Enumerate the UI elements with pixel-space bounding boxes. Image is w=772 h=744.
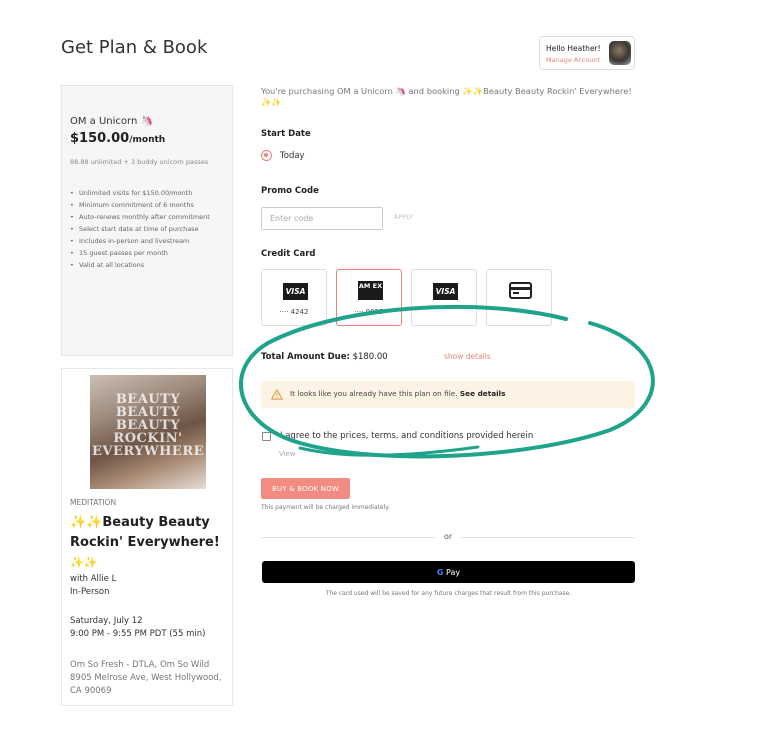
amex-logo: AM EX xyxy=(358,281,383,300)
gpay-note: The card used will be saved for any futu… xyxy=(325,590,572,597)
account-greeting: Hello Heather! xyxy=(546,44,601,53)
new-card-tile[interactable] xyxy=(486,269,552,326)
terms-checkbox[interactable] xyxy=(262,432,271,441)
google-pay-label: Pay xyxy=(443,567,461,577)
view-terms-link[interactable]: View xyxy=(279,450,296,458)
total-amount-due: Total Amount Due: $180.00 xyxy=(261,352,388,362)
divider-right xyxy=(460,537,635,538)
show-details-link[interactable]: show details xyxy=(444,352,491,361)
start-date-label: Start Date xyxy=(261,129,311,139)
manage-account-link[interactable]: Manage Account xyxy=(546,56,600,64)
class-image: BEAUTY BEAUTY BEAUTY ROCKIN' EVERYWHERE xyxy=(90,375,206,489)
start-date-today-label[interactable]: Today xyxy=(280,151,305,161)
purchase-class-name: Beauty Beauty Rockin' Everywhere! xyxy=(483,86,632,96)
plan-price-period: /month xyxy=(129,135,166,145)
total-amount: $180.00 xyxy=(352,352,388,362)
sparkle-emoji: ✨✨. xyxy=(261,97,285,107)
warning-text: It looks like you already have this plan… xyxy=(290,389,506,398)
class-details-card: BEAUTY BEAUTY BEAUTY ROCKIN' EVERYWHERE … xyxy=(61,368,233,706)
sparkle-emoji: ✨✨ xyxy=(70,515,103,530)
class-location: Om So Fresh - DTLA, Om So Wild xyxy=(70,660,210,670)
or-divider-text: or xyxy=(444,532,453,541)
buy-and-book-button[interactable]: BUY & BOOK NOW xyxy=(261,478,350,499)
plan-feature: Unlimited visits for $150.00/month xyxy=(70,187,230,199)
plan-feature: Includes in-person and livestream xyxy=(70,235,230,247)
credit-card-label: Credit Card xyxy=(261,249,316,259)
plan-summary-card: OM a Unicorn 🦄 $150.00/month 88.88 unlim… xyxy=(61,85,233,356)
start-date-today-radio[interactable] xyxy=(261,150,272,161)
card-last-digits: ···· 0005 xyxy=(354,308,384,316)
plan-price: $150.00/month xyxy=(70,131,165,146)
plan-feature: Auto-renews monthly after commitment xyxy=(70,211,230,223)
warning-icon xyxy=(271,389,283,400)
warning-message: It looks like you already have this plan… xyxy=(290,389,458,398)
sparkle-emoji: ✨✨ xyxy=(462,86,484,96)
divider-left xyxy=(261,537,436,538)
avatar[interactable] xyxy=(609,41,631,65)
purchase-summary: You're purchasing OM a Unicorn 🦄 and boo… xyxy=(261,86,636,108)
terms-label[interactable]: I agree to the prices, terms, and condit… xyxy=(280,431,533,441)
sparkle-emoji: ✨✨ xyxy=(70,556,98,569)
plan-feature: Minimum commitment of 6 months xyxy=(70,199,230,211)
class-date: Saturday, July 12 xyxy=(70,616,143,626)
plan-price-amount: $150.00 xyxy=(70,131,130,146)
credit-card-icon xyxy=(509,282,532,299)
card-last-digits: ···· 4242 xyxy=(279,308,309,316)
google-pay-button[interactable]: G Pay xyxy=(262,561,635,583)
class-category: MEDITATION xyxy=(70,498,117,507)
class-address-city: CA 90069 xyxy=(70,686,112,696)
saved-card-visa-4242[interactable]: VISA ···· 4242 xyxy=(261,269,327,326)
plan-description: 88.88 unlimited + 3 buddy unicorn passes xyxy=(70,158,209,166)
class-address: 8905 Melrose Ave, West Hollywood, xyxy=(70,673,222,683)
class-image-text: BEAUTY BEAUTY BEAUTY ROCKIN' EVERYWHERE xyxy=(91,392,205,459)
plan-feature: 15 guest passes per month xyxy=(70,247,230,259)
class-title: ✨✨Beauty Beauty Rockin' Everywhere! ✨✨ xyxy=(70,513,230,573)
account-menu[interactable]: Hello Heather! Manage Account xyxy=(539,36,635,70)
purchase-summary-prefix: You're purchasing OM a Unicorn 🦄 and boo… xyxy=(261,86,463,96)
apply-promo-button[interactable]: APPLY xyxy=(394,214,413,221)
page-title: Get Plan & Book xyxy=(61,37,208,58)
class-mode: In-Person xyxy=(70,587,110,597)
visa-logo: VISA xyxy=(283,283,308,300)
plan-name: OM a Unicorn 🦄 xyxy=(70,116,153,127)
duplicate-plan-warning: It looks like you already have this plan… xyxy=(261,381,635,408)
saved-card-visa[interactable]: VISA xyxy=(411,269,477,326)
saved-card-amex-0005[interactable]: AM EX ···· 0005 xyxy=(336,269,402,326)
charge-note: This payment will be charged immediately… xyxy=(261,504,390,511)
plan-feature: Select start date at time of purchase xyxy=(70,223,230,235)
promo-code-input[interactable] xyxy=(261,207,383,230)
promo-code-label: Promo Code xyxy=(261,186,319,196)
total-label: Total Amount Due: xyxy=(261,352,350,362)
plan-feature: Valid at all locations xyxy=(70,259,230,271)
class-instructor: with Allie L xyxy=(70,574,117,584)
see-details-link[interactable]: See details xyxy=(460,389,506,398)
visa-logo: VISA xyxy=(433,283,458,300)
plan-features-list: Unlimited visits for $150.00/month Minim… xyxy=(70,187,230,271)
class-time: 9:00 PM - 9:55 PM PDT (55 min) xyxy=(70,629,206,639)
